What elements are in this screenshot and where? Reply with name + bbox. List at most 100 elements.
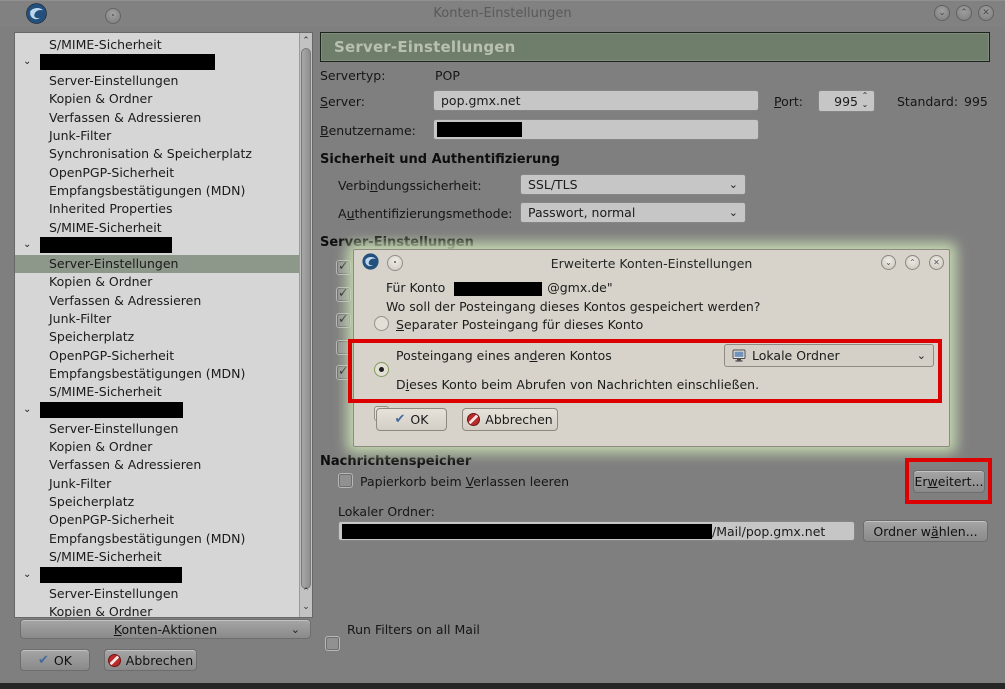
tree-item[interactable]: Junk-Filter: [15, 310, 299, 328]
tree-item[interactable]: Kopien & Ordner: [15, 602, 299, 617]
dialog-title: Erweiterte Konten-Einstellungen: [354, 256, 949, 271]
tree-item-label: Server-Einstellungen: [49, 421, 178, 436]
titlebar[interactable]: Konten-Einstellungen: [0, 1, 1005, 27]
tree-item-label: Junk-Filter: [49, 311, 111, 326]
tree-item[interactable]: S/MIME-Sicherheit: [15, 383, 299, 401]
trash-checkbox[interactable]: [338, 473, 353, 488]
shade-window-icon[interactable]: [934, 5, 950, 21]
annotation-red-box-advanced: [905, 458, 992, 504]
tree-item[interactable]: Inherited Properties: [15, 200, 299, 218]
scroll-down-icon[interactable]: [300, 600, 312, 613]
server-label: Server:: [320, 94, 365, 109]
spin-down-icon[interactable]: [862, 101, 869, 110]
scrollbar-thumb[interactable]: [301, 48, 311, 589]
tree-item[interactable]: OpenPGP-Sicherheit: [15, 511, 299, 529]
expand-arrow-icon[interactable]: ⌄: [23, 57, 31, 67]
server-setting-checkbox[interactable]: [336, 287, 351, 302]
server-setting-checkbox[interactable]: [336, 313, 351, 328]
chevron-down-icon: [729, 179, 738, 190]
tree-account-root[interactable]: ⌄: [15, 53, 299, 71]
redacted-account-name: [40, 54, 215, 70]
servertype-label: Servertyp:: [320, 68, 385, 83]
choose-folder-button[interactable]: Ordner wählen...: [863, 520, 988, 542]
tree-item[interactable]: Verfassen & Adressieren: [15, 456, 299, 474]
expand-arrow-icon[interactable]: ⌄: [23, 240, 31, 250]
tree-item-label: Server-Einstellungen: [49, 256, 178, 271]
local-folder-label: Lokaler Ordner:: [338, 504, 435, 519]
server-input[interactable]: pop.gmx.net: [433, 90, 759, 111]
tree-item-label: S/MIME-Sicherheit: [49, 37, 162, 52]
tree-item[interactable]: Kopien & Ordner: [15, 438, 299, 456]
tree-item-label: Junk-Filter: [49, 128, 111, 143]
tree-item[interactable]: Server-Einstellungen: [15, 255, 299, 273]
dialog-cancel-button[interactable]: Abbrechen: [462, 408, 558, 431]
expand-arrow-icon[interactable]: ⌄: [23, 570, 31, 580]
connection-security-label: Verbindungssicherheit:: [338, 178, 482, 193]
maximize-window-icon[interactable]: [956, 5, 972, 21]
tree-item-label: Kopien & Ordner: [49, 91, 152, 106]
tree-item[interactable]: S/MIME-Sicherheit: [15, 35, 299, 53]
scroll-up-icon[interactable]: [300, 34, 312, 47]
local-folder-input[interactable]: /Mail/pop.gmx.net: [338, 521, 855, 541]
tree-item[interactable]: OpenPGP-Sicherheit: [15, 346, 299, 364]
redacted-account-email: [454, 282, 542, 296]
chevron-down-icon: [291, 624, 300, 635]
scroll-up-icon[interactable]: [300, 585, 312, 598]
tree-item[interactable]: Kopien & Ordner: [15, 90, 299, 108]
tree-item-label: OpenPGP-Sicherheit: [49, 165, 174, 180]
tree-item-label: S/MIME-Sicherheit: [49, 549, 162, 564]
ok-button[interactable]: OK: [20, 649, 90, 671]
radio-separate-label: Separater Posteingang für dieses Konto: [396, 317, 643, 332]
auth-method-dropdown[interactable]: Passwort, normal: [520, 202, 746, 223]
tree-item[interactable]: Server-Einstellungen: [15, 72, 299, 90]
konten-einstellungen-window: Konten-Einstellungen S/MIME-Sicherheit ⌄ S…: [0, 0, 1005, 689]
close-window-icon[interactable]: [929, 255, 944, 270]
tree-account-root[interactable]: ⌄: [15, 401, 299, 419]
expand-arrow-icon[interactable]: ⌄: [23, 405, 31, 415]
tree-item[interactable]: Empfangsbestätigungen (MDN): [15, 364, 299, 382]
tree-item[interactable]: Verfassen & Adressieren: [15, 291, 299, 309]
tree-item[interactable]: Speicherplatz: [15, 493, 299, 511]
tree-item-label: Kopien & Ordner: [49, 604, 152, 617]
cancel-icon: [108, 654, 121, 667]
username-input[interactable]: [433, 119, 759, 140]
tree-item[interactable]: Empfangsbestätigungen (MDN): [15, 529, 299, 547]
sidebar-scrollbar[interactable]: [299, 33, 312, 617]
tree-item[interactable]: Verfassen & Adressieren: [15, 108, 299, 126]
tree-item[interactable]: OpenPGP-Sicherheit: [15, 163, 299, 181]
tree-account-root[interactable]: ⌄: [15, 566, 299, 584]
tree-item[interactable]: Synchronisation & Speicherplatz: [15, 145, 299, 163]
tree-item[interactable]: Junk-Filter: [15, 127, 299, 145]
close-window-icon[interactable]: [978, 5, 994, 21]
tree-item[interactable]: Server-Einstellungen: [15, 419, 299, 437]
server-setting-checkbox[interactable]: [336, 260, 351, 275]
cancel-button[interactable]: Abbrechen: [104, 649, 197, 671]
annotation-red-box-inbox-choice: [348, 339, 942, 403]
dialog-ok-button[interactable]: OK: [376, 408, 447, 431]
tree-item-label: Verfassen & Adressieren: [49, 457, 201, 472]
redacted-username: [437, 122, 522, 137]
default-port-label: Standard:: [897, 94, 958, 109]
tree-item[interactable]: Junk-Filter: [15, 474, 299, 492]
advanced-account-settings-dialog: Erweiterte Konten-Einstellungen Für Kont…: [353, 249, 950, 447]
tree-account-root[interactable]: ⌄: [15, 236, 299, 254]
run-filters-checkbox[interactable]: [325, 636, 340, 651]
for-account-line: Für Konto @gmx.de": [386, 280, 613, 296]
account-actions-button[interactable]: Konten-Aktionen: [20, 619, 311, 639]
tree-item[interactable]: Speicherplatz: [15, 328, 299, 346]
tree-item-label: Synchronisation & Speicherplatz: [49, 146, 252, 161]
shade-window-icon[interactable]: [881, 255, 896, 270]
tree-item[interactable]: Server-Einstellungen: [15, 584, 299, 602]
tree-item[interactable]: S/MIME-Sicherheit: [15, 547, 299, 565]
tree-item[interactable]: S/MIME-Sicherheit: [15, 218, 299, 236]
redacted-account-name: [40, 237, 172, 253]
security-section-header: Sicherheit und Authentifizierung: [320, 152, 560, 167]
connection-security-dropdown[interactable]: SSL/TLS: [520, 174, 746, 195]
auth-method-label: Authentifizierungsmethode:: [338, 206, 513, 221]
tree-item[interactable]: Kopien & Ordner: [15, 273, 299, 291]
port-spinner[interactable]: 995: [818, 90, 875, 112]
tree-item[interactable]: Empfangsbestätigungen (MDN): [15, 181, 299, 199]
tree-item-label: Junk-Filter: [49, 476, 111, 491]
maximize-window-icon[interactable]: [905, 255, 920, 270]
radio-separate-inbox[interactable]: [374, 316, 389, 331]
